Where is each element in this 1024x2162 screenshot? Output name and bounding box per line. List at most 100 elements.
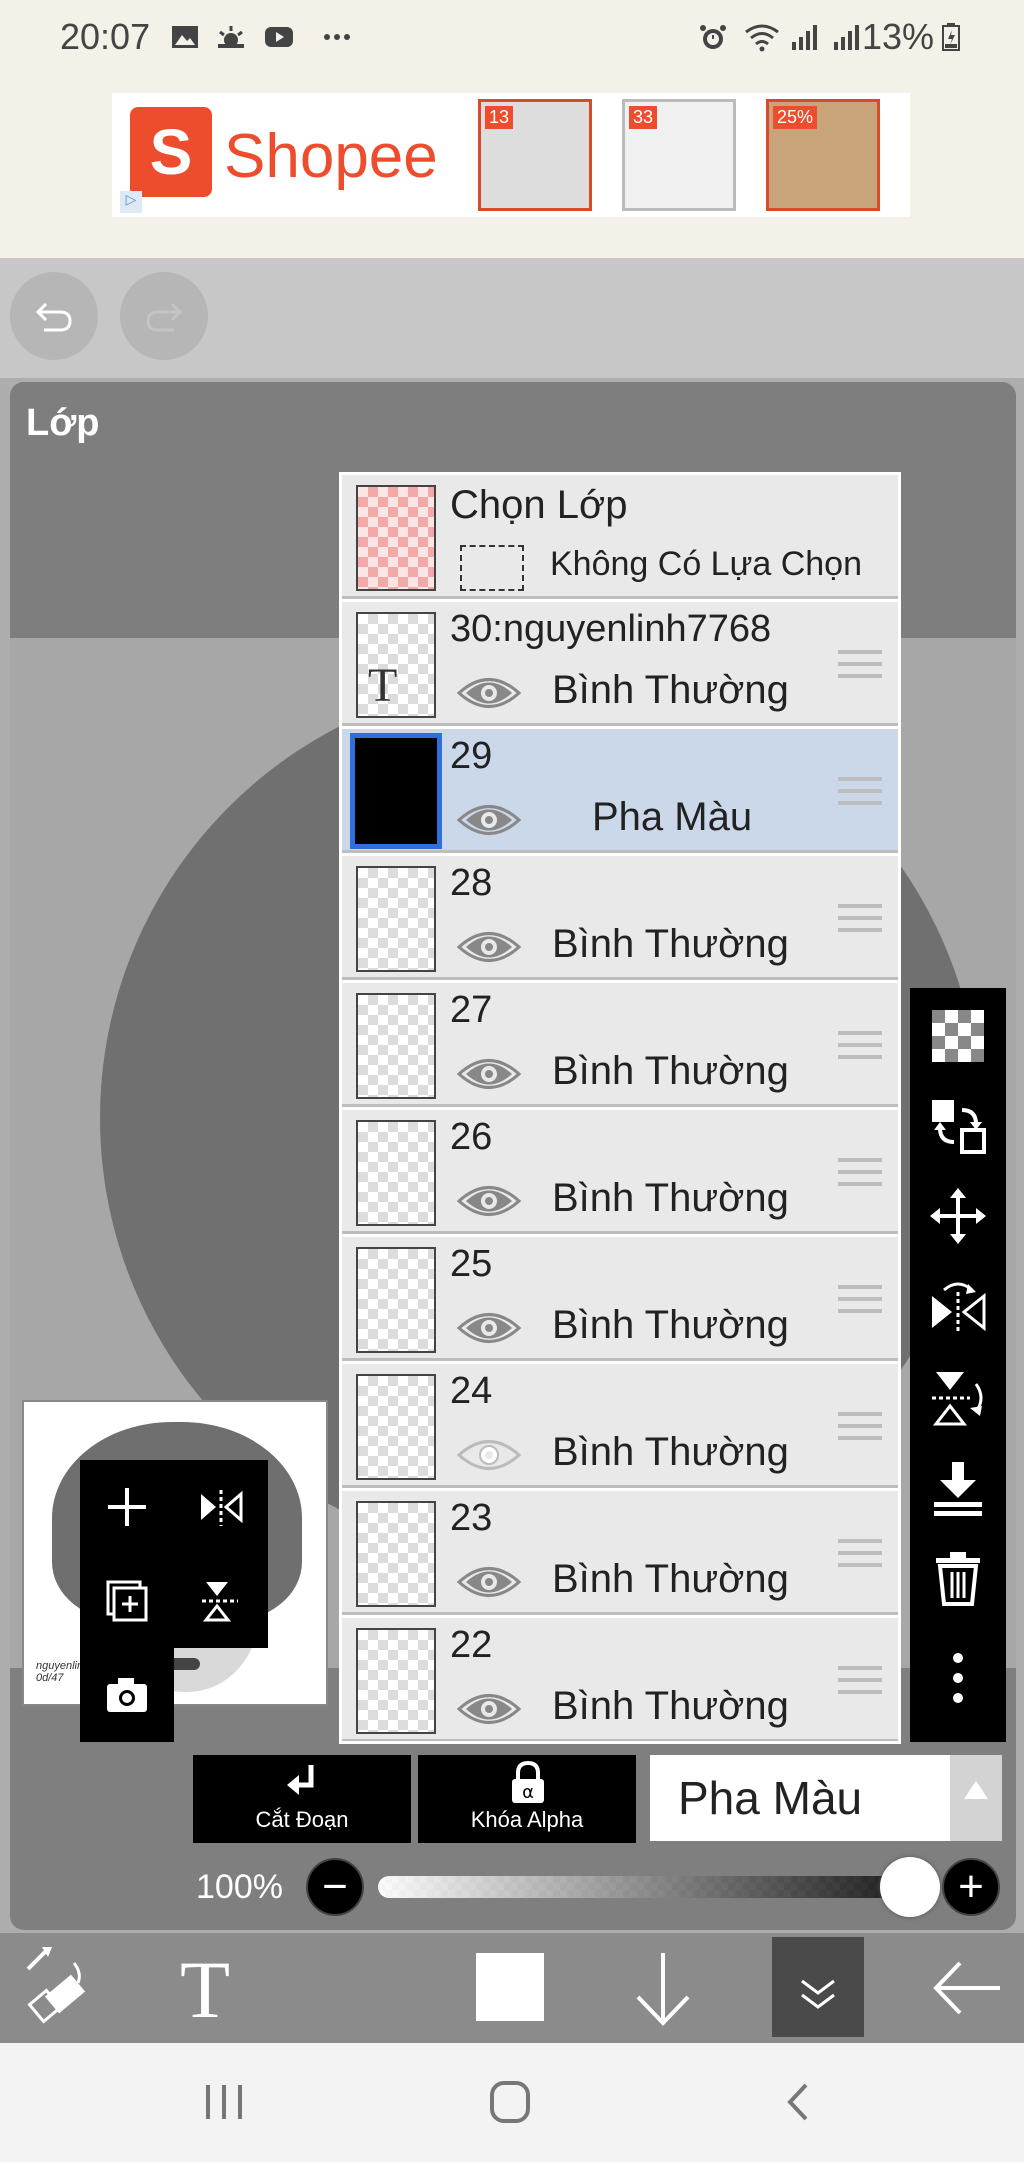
flip-horizontal-icon [201,1490,243,1526]
drag-handle-icon[interactable] [838,1031,882,1067]
layer-row[interactable]: 24 Bình Thường [342,1364,898,1488]
drag-handle-icon[interactable] [838,1412,882,1448]
layer-row[interactable]: 25 Bình Thường [342,1237,898,1361]
merge-down-icon[interactable] [928,1458,988,1518]
transform-eraser-icon[interactable] [18,1933,94,2043]
undo-button[interactable] [10,272,98,360]
opacity-increase-button[interactable]: + [942,1858,1000,1916]
clipping-button[interactable]: Cắt Đoạn [193,1755,411,1843]
layer-row[interactable]: 26 Bình Thường [342,1110,898,1234]
back-icon[interactable] [776,2079,824,2125]
layer-row[interactable]: 27 Bình Thường [342,983,898,1107]
layer-row[interactable]: 29 Pha Màu [342,729,898,853]
drag-handle-icon[interactable] [838,777,882,813]
system-nav-bar [0,2043,1024,2162]
blend-mode-select[interactable]: Pha Màu [650,1755,1002,1841]
move-icon[interactable] [928,1186,988,1246]
flip-vertical-button[interactable] [174,1554,268,1648]
ad-badge: 25% [773,106,818,129]
ad-banner[interactable]: S Shopee 13 33 25% ▷ [112,93,910,217]
drag-handle-icon[interactable] [838,650,882,686]
eye-icon[interactable] [456,1051,522,1102]
eye-icon[interactable] [456,670,522,721]
blend-mode-arrow-icon[interactable] [950,1755,1002,1841]
camera-button[interactable] [80,1648,174,1742]
recent-apps-icon[interactable] [200,2079,248,2125]
flip-horizontal-button[interactable] [174,1460,268,1554]
right-toolbar [910,988,1006,1742]
alpha-lock-button[interactable]: α Khóa Alpha [418,1755,636,1843]
layer-row[interactable]: 28 Bình Thường [342,856,898,980]
battery-percent: 13% [861,16,934,57]
redo-button[interactable] [120,272,208,360]
text-tool-icon[interactable]: T [170,1933,240,2043]
opacity-label: 100% [196,1868,283,1906]
youtube-icon [265,27,293,47]
layer-name: 30:nguyenlinh7768 [450,608,772,650]
trash-icon[interactable] [928,1548,988,1608]
drag-handle-icon[interactable] [838,1539,882,1575]
layer-blend-mode: Bình Thường [552,1303,789,1347]
back-arrow-icon[interactable] [930,1933,1006,2043]
layer-name: 23 [450,1497,493,1539]
ad-info-icon[interactable]: ▷ [120,191,142,213]
opacity-slider-knob[interactable] [880,1857,940,1917]
ad-badge: 13 [485,106,514,129]
image-icon [172,26,198,48]
layer-name: 25 [450,1243,493,1285]
eye-icon[interactable] [456,924,522,975]
ad-product-1[interactable]: 13 [478,99,592,211]
layers-list[interactable]: Chọn Lớp Không Có Lựa Chọn T 30:nguyenlin… [339,472,901,1744]
arrow-down-icon[interactable] [628,1933,698,2043]
drag-handle-icon[interactable] [838,904,882,940]
svg-text:T: T [180,1944,230,2035]
drag-handle-icon[interactable] [838,1285,882,1321]
add-layer-icon [108,1488,146,1526]
layers-collapse-button[interactable] [772,1937,864,2037]
eye-icon[interactable] [456,1178,522,1229]
wifi-icon [745,24,779,52]
transparency-icon[interactable] [928,1006,988,1066]
layer-name: 29 [450,735,493,777]
camera-icon [107,1678,147,1712]
color-swatch[interactable] [476,1953,544,2021]
home-icon[interactable] [486,2079,534,2125]
layer-thumbnail [350,733,442,849]
opacity-decrease-button[interactable]: − [306,1858,364,1916]
eye-icon[interactable] [456,1559,522,1610]
eye-icon[interactable] [456,1305,522,1356]
selection-row[interactable]: Chọn Lớp Không Có Lựa Chọn [342,475,898,599]
layer-thumbnail [356,993,436,1099]
drag-handle-icon[interactable] [838,1666,882,1702]
eye-hidden-icon[interactable] [456,1432,522,1483]
layer-thumbnail [356,1247,436,1353]
layer-blend-mode: Bình Thường [552,1557,789,1601]
signal-icon [792,25,817,50]
drag-handle-icon[interactable] [838,1158,882,1194]
shopee-bag-icon: S [130,107,212,197]
layer-thumbnail [356,866,436,972]
eye-icon[interactable] [456,1686,522,1737]
opacity-slider[interactable] [378,1876,928,1898]
ad-badge: 33 [629,106,658,129]
add-layer-button[interactable] [80,1460,174,1554]
layer-blend-mode: Bình Thường [552,668,789,712]
layer-blend-mode: Bình Thường [552,922,789,966]
layer-row[interactable]: T 30:nguyenlinh7768 Bình Thường [342,602,898,726]
layer-row[interactable]: 22 Bình Thường [342,1618,898,1741]
more-vertical-icon[interactable] [928,1648,988,1708]
add-copy-layer-button[interactable] [80,1554,174,1648]
ad-product-3[interactable]: 25% [766,99,880,211]
layer-row[interactable]: 23 Bình Thường [342,1491,898,1615]
eye-icon[interactable] [456,797,522,848]
flip-vertical-icon[interactable] [928,1368,988,1428]
ad-product-2[interactable]: 33 [622,99,736,211]
flip-horizontal-icon[interactable] [928,1278,988,1338]
status-bar: 20:07 13% [0,0,1024,78]
more-icon [324,34,350,40]
alpha-lock-label: Khóa Alpha [470,1807,584,1832]
alarm-icon [700,25,726,49]
swap-layer-icon[interactable] [928,1096,988,1156]
clip-label: Cắt Đoạn [255,1807,349,1832]
weather-icon [218,26,244,48]
